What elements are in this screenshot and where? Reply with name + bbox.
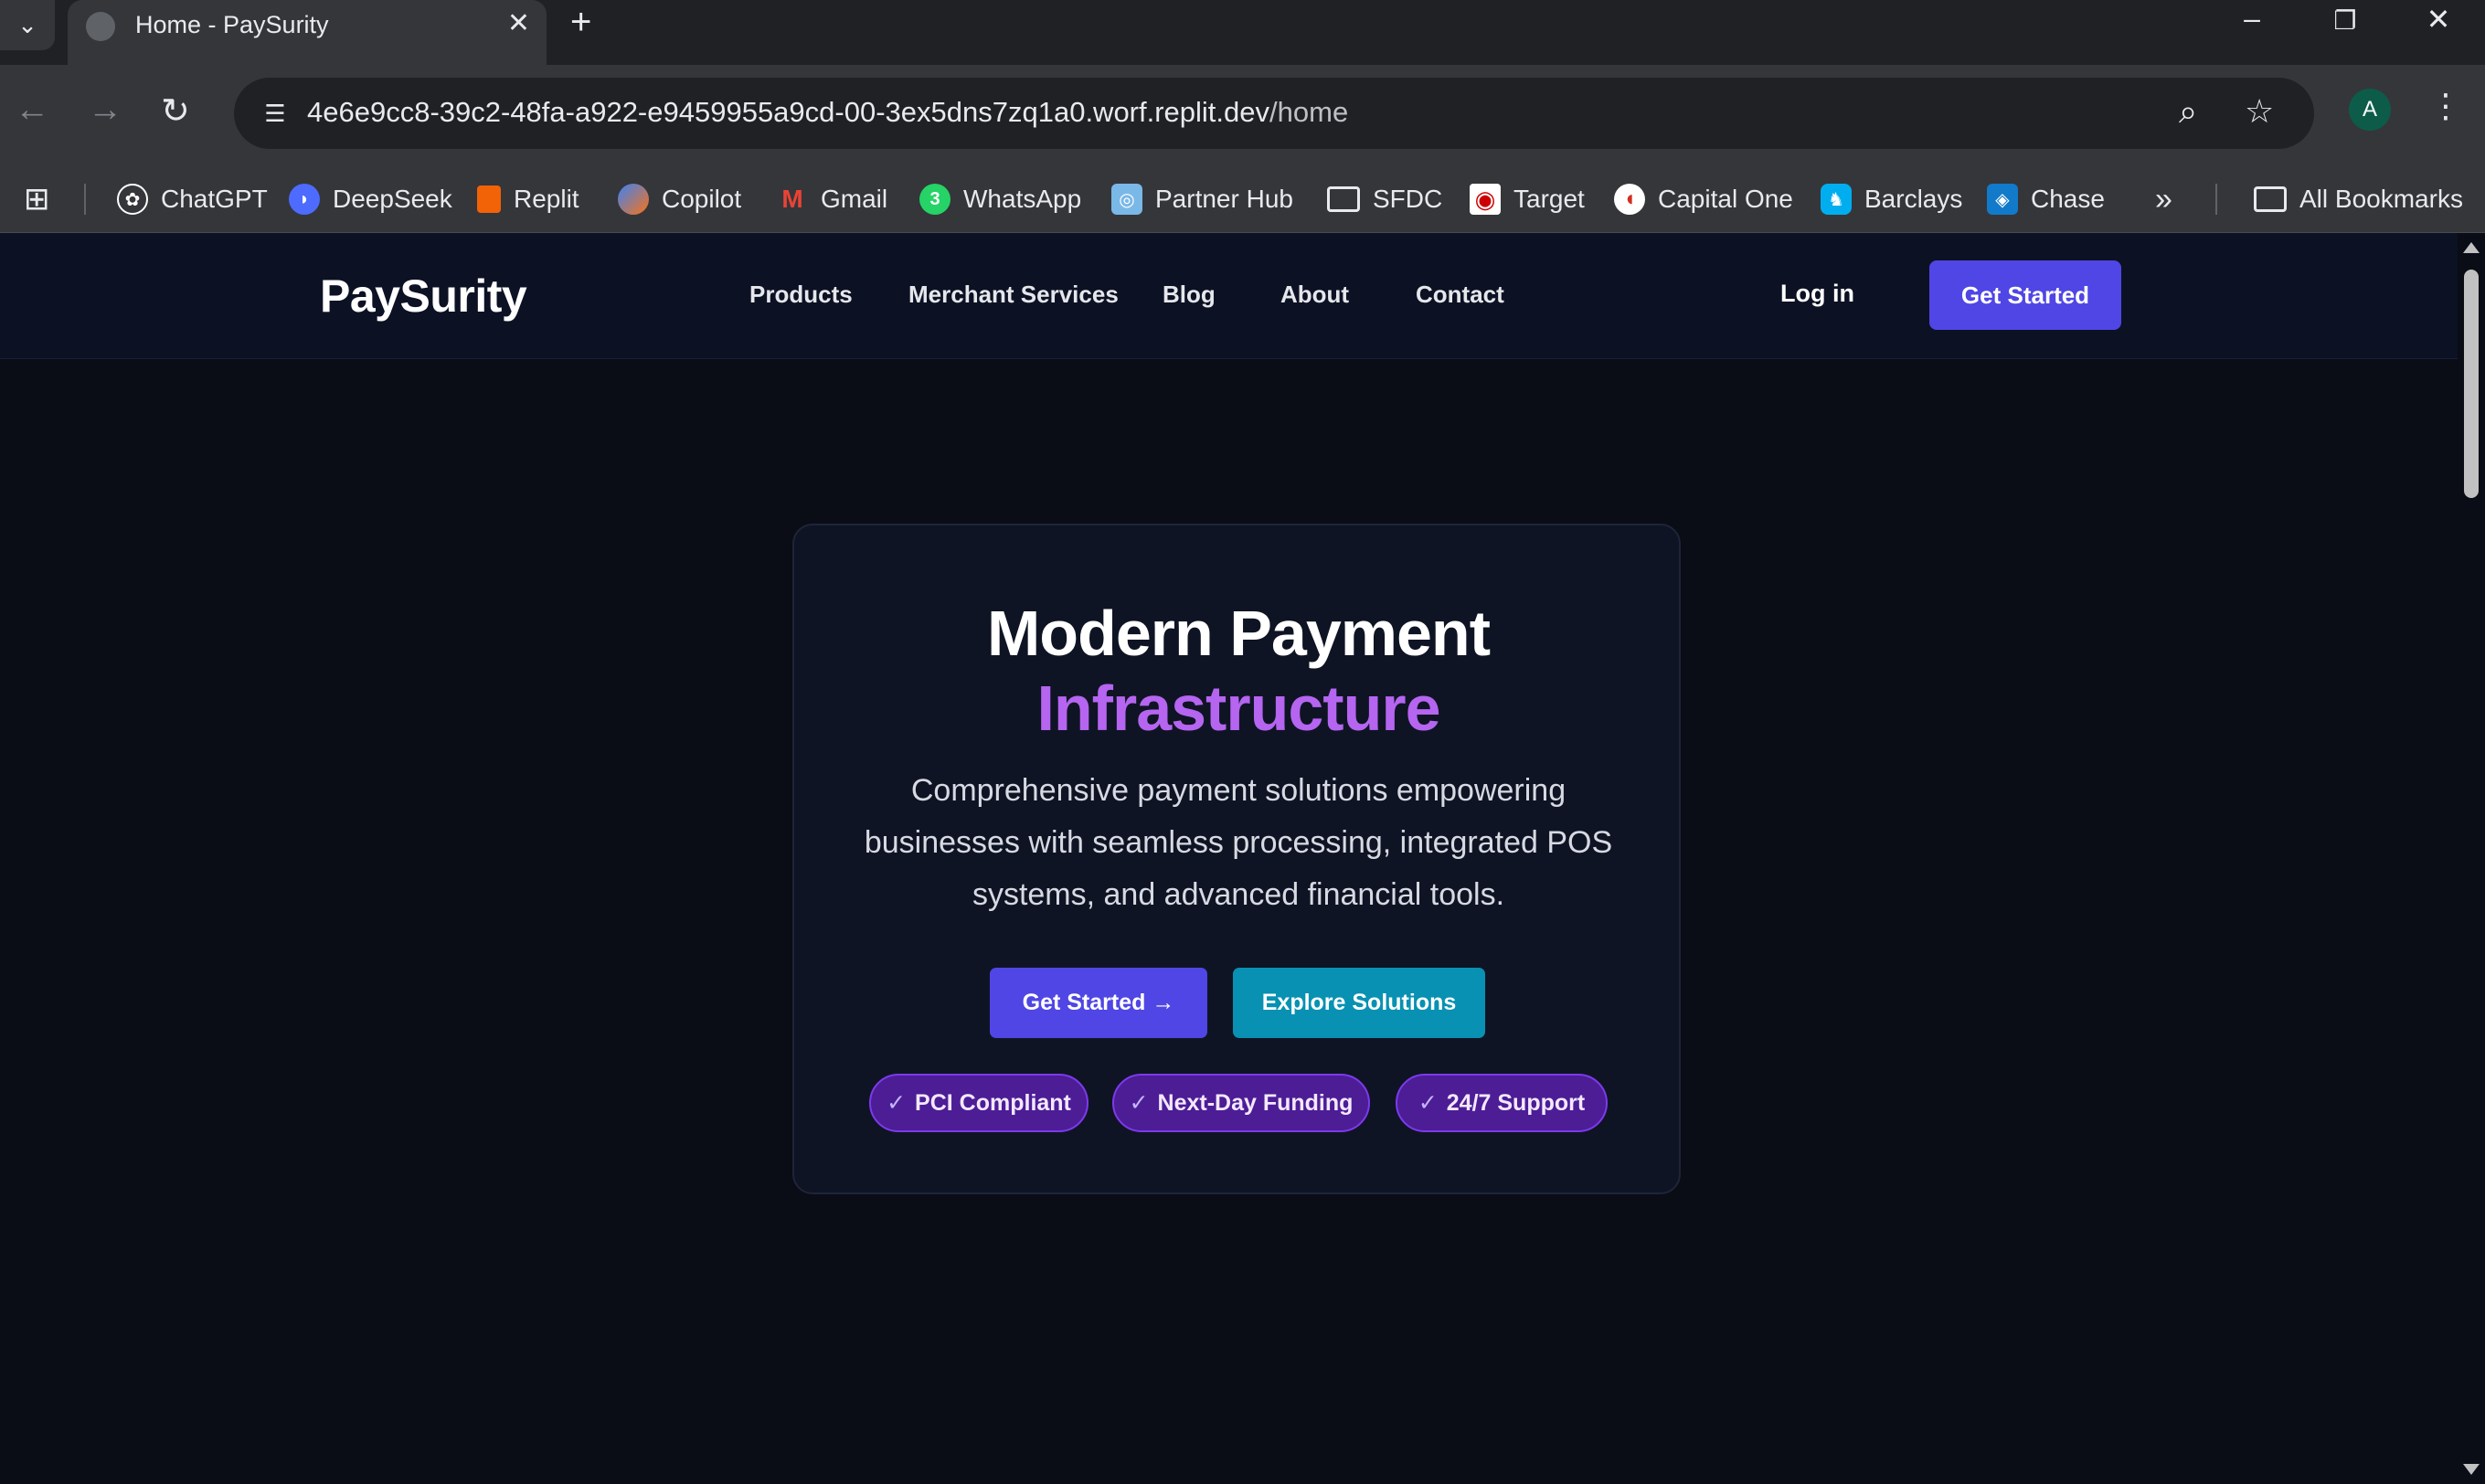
browser-toolbar: ← → ↻ ☰ 4e6e9cc8-39c2-48fa-a922-e9459955… [0, 65, 2485, 165]
chevron-down-icon: ⌄ [17, 11, 37, 38]
partner-hub-icon: ◎ [1111, 184, 1142, 215]
plus-icon[interactable]: + [570, 2, 591, 43]
close-icon[interactable]: ✕ [507, 7, 530, 39]
bookmark-label: Partner Hub [1155, 185, 1293, 213]
bookmark-replit[interactable]: Replit [477, 165, 579, 233]
web-page: PaySurity Products Merchant Services Blo… [0, 233, 2458, 1484]
all-bookmarks[interactable]: All Bookmarks [2254, 165, 2463, 233]
tab-search-button[interactable]: ⌄ [0, 0, 55, 50]
zoom-icon[interactable]: ⌕ [2179, 92, 2197, 132]
bookmark-label: ChatGPT [161, 185, 268, 213]
badge-label: Next-Day Funding [1157, 1089, 1354, 1116]
nav-link-contact[interactable]: Contact [1416, 281, 1504, 309]
bookmarks-divider [84, 184, 86, 215]
bookmark-gmail[interactable]: M Gmail [777, 165, 887, 233]
chase-icon: ◈ [1987, 184, 2018, 215]
url-text[interactable]: 4e6e9cc8-39c2-48fa-a922-e9459955a9cd-00-… [307, 96, 1348, 129]
address-bar[interactable]: ☰ 4e6e9cc8-39c2-48fa-a922-e9459955a9cd-0… [234, 78, 2314, 149]
hero-description: Comprehensive payment solutions empoweri… [864, 773, 1613, 912]
bookmark-label: Replit [514, 185, 579, 213]
badge-label: PCI Compliant [915, 1089, 1071, 1116]
bookmark-deepseek[interactable]: ◗ DeepSeek [289, 165, 452, 233]
replit-icon [477, 186, 501, 213]
chatgpt-icon: ✿ [117, 184, 148, 215]
nav-link-about[interactable]: About [1280, 281, 1349, 309]
restore-icon[interactable]: ❐ [2309, 5, 2382, 36]
nav-link-products[interactable]: Products [749, 281, 853, 309]
apps-icon[interactable]: ⊞ [24, 165, 50, 233]
bookmark-copilot[interactable]: Copilot [618, 165, 741, 233]
bookmark-target[interactable]: ◉ Target [1470, 165, 1585, 233]
reload-icon[interactable]: ↻ [161, 90, 190, 132]
bookmark-label: Capital One [1658, 185, 1793, 213]
nav-link-merchant-services[interactable]: Merchant Services [908, 281, 1119, 309]
globe-icon [86, 12, 115, 41]
badge-label: 24/7 Support [1446, 1089, 1586, 1116]
browser-tab-active[interactable]: Home - PaySurity ✕ [68, 0, 547, 65]
whatsapp-icon: 3 [919, 184, 950, 215]
bookmark-chase[interactable]: ◈ Chase [1987, 165, 2105, 233]
badge-next-day-funding: ✓ Next-Day Funding [1112, 1074, 1370, 1132]
avatar[interactable]: A [2349, 89, 2391, 131]
bookmark-capital-one[interactable]: ◖ Capital One [1614, 165, 1793, 233]
deepseek-icon: ◗ [289, 184, 320, 215]
folder-icon [1327, 186, 1360, 212]
more-bookmarks-icon[interactable]: » [2155, 165, 2172, 233]
site-info-icon[interactable]: ☰ [258, 96, 292, 131]
check-icon: ✓ [887, 1090, 907, 1116]
explore-solutions-button[interactable]: Explore Solutions [1233, 968, 1485, 1038]
bookmark-label: WhatsApp [963, 185, 1082, 213]
kebab-menu-icon[interactable]: ⋮ [2429, 87, 2462, 125]
badge-24-7-support: ✓ 24/7 Support [1396, 1074, 1608, 1132]
scroll-down-icon[interactable] [2463, 1464, 2480, 1475]
bookmark-label: Gmail [821, 185, 888, 213]
url-host: 4e6e9cc8-39c2-48fa-a922-e9459955a9cd-00-… [307, 96, 1270, 128]
all-bookmarks-label: All Bookmarks [2299, 185, 2463, 213]
bookmark-sfdc[interactable]: SFDC [1327, 165, 1442, 233]
folder-icon [2254, 186, 2287, 212]
check-icon: ✓ [1129, 1090, 1149, 1116]
scroll-thumb[interactable] [2464, 270, 2479, 498]
copilot-icon [618, 184, 649, 215]
hero-title: Modern Payment [987, 598, 1491, 669]
bookmark-label: Barclays [1864, 185, 1963, 213]
check-icon: ✓ [1418, 1090, 1438, 1116]
bookmark-whatsapp[interactable]: 3 WhatsApp [919, 165, 1081, 233]
tab-title: Home - PaySurity [135, 11, 329, 38]
bookmark-label: Chase [2031, 185, 2105, 213]
bookmark-partner-hub[interactable]: ◎ Partner Hub [1111, 165, 1293, 233]
star-icon[interactable]: ☆ [2245, 92, 2274, 131]
scroll-up-icon[interactable] [2463, 242, 2480, 253]
close-window-icon[interactable]: ✕ [2402, 2, 2475, 37]
page-scrollbar[interactable] [2458, 233, 2485, 1484]
arrow-left-icon[interactable]: ← [15, 90, 49, 130]
site-logo[interactable]: PaySurity [320, 270, 527, 323]
nav-link-blog[interactable]: Blog [1163, 281, 1216, 309]
bookmark-label: Target [1513, 185, 1585, 213]
barclays-icon: ♞ [1821, 184, 1852, 215]
gmail-icon: M [781, 185, 803, 213]
hero-title-highlight: Infrastructure [1036, 673, 1440, 744]
capital-one-icon: ◖ [1614, 184, 1645, 215]
bookmark-label: Copilot [662, 185, 742, 213]
arrow-right-icon[interactable]: → [88, 90, 122, 130]
badge-pci-compliant: ✓ PCI Compliant [869, 1074, 1089, 1132]
bookmark-label: SFDC [1373, 185, 1443, 213]
bookmarks-divider [2215, 184, 2217, 215]
bookmark-barclays[interactable]: ♞ Barclays [1821, 165, 1962, 233]
bookmarks-bar: ⊞ ✿ ChatGPT ◗ DeepSeek Replit Copilot M Gma… [0, 165, 2485, 233]
get-started-button[interactable]: Get Started → [990, 968, 1207, 1038]
hero-card: Modern Payment Infrastructure Comprehens… [792, 524, 1681, 1194]
site-header: PaySurity Products Merchant Services Blo… [0, 233, 2458, 359]
login-link[interactable]: Log in [1780, 280, 1854, 308]
bookmark-chatgpt[interactable]: ✿ ChatGPT [117, 165, 268, 233]
minimize-icon[interactable]: – [2215, 2, 2289, 36]
target-icon: ◉ [1470, 184, 1501, 215]
header-get-started-button[interactable]: Get Started [1929, 260, 2121, 330]
url-path: /home [1269, 96, 1349, 128]
browser-tab-strip: ⌄ Home - PaySurity ✕ + – ❐ ✕ [0, 0, 2485, 65]
bookmark-label: DeepSeek [333, 185, 452, 213]
